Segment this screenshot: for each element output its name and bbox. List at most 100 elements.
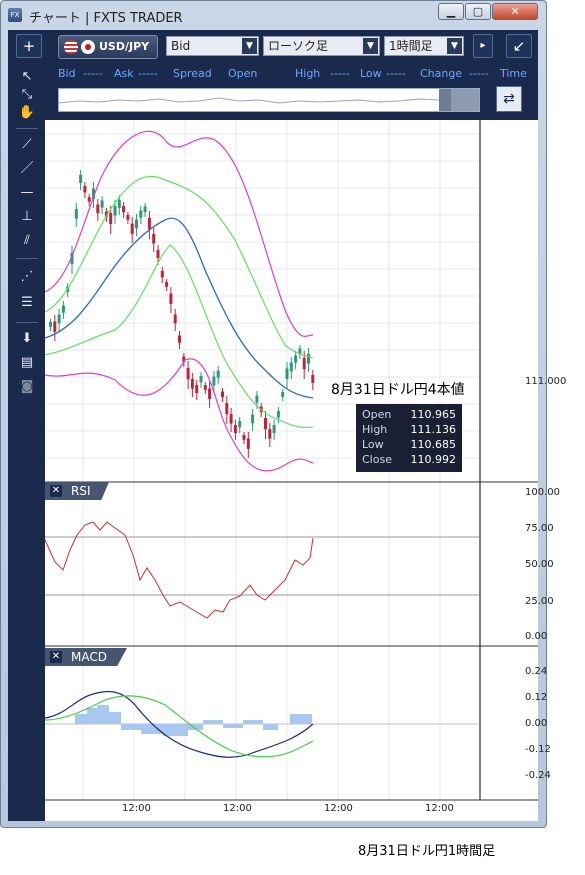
info-label-change: Change (420, 67, 463, 80)
candle-body (203, 385, 207, 390)
high-value: 111.136 (410, 423, 457, 436)
fibonacci-tool-icon[interactable]: ☰ (18, 294, 36, 312)
candle-body (208, 388, 212, 399)
tool-separator (16, 258, 38, 259)
line-tool-icon[interactable]: ／ (18, 160, 36, 178)
macd-label-text: MACD (71, 650, 107, 664)
rsi-label-text: RSI (71, 484, 91, 498)
chevron-down-icon: ▼ (242, 38, 257, 54)
trendline-tool-icon[interactable]: ⟋ (18, 136, 36, 154)
candle-body (272, 425, 276, 433)
close-value: 110.992 (410, 453, 457, 466)
rsi-tick: 25.00 (525, 596, 554, 607)
price-tick: 111.000 (525, 376, 567, 387)
info-label-spread: Spread (173, 67, 212, 80)
timeframe-value: 1時間足 (389, 39, 433, 53)
close-rsi-icon[interactable]: ✕ (50, 485, 62, 497)
rsi-tick: 75.00 (525, 523, 554, 534)
macd-tick: 0.24 (525, 666, 548, 677)
time-tick: 12:00 (223, 803, 252, 814)
price-type-select[interactable]: Bid ▼ (166, 36, 259, 56)
candle-body (135, 219, 138, 229)
candle-body (61, 305, 65, 313)
channel-tool-icon[interactable]: ⫽ (18, 232, 36, 250)
symbol-button[interactable]: USD/JPY (58, 35, 158, 59)
maximize-button[interactable]: ▢ (465, 3, 491, 20)
scroll-right-button[interactable]: ▸ (473, 34, 493, 58)
info-dash: ----- (83, 67, 103, 80)
candle-body (143, 206, 147, 213)
macd-histogram (75, 705, 312, 736)
add-chart-button[interactable]: + (16, 34, 42, 58)
chart-area[interactable]: ✕ RSI ✕ MACD 111.000 100.00 75.00 50.00 … (45, 120, 566, 821)
timeframe-select[interactable]: 1時間足 ▼ (384, 36, 464, 56)
candle-body (294, 355, 298, 363)
candle-body (225, 403, 229, 415)
candle-body (53, 321, 57, 332)
horizontal-line-icon[interactable]: — (18, 184, 36, 202)
candle-body (79, 175, 83, 183)
auto-scale-button[interactable]: ⇄ (496, 86, 522, 112)
hand-icon[interactable]: ✋ (18, 104, 36, 122)
candle-body (87, 197, 91, 202)
info-label-low: Low (360, 67, 382, 80)
macd-pane-label: ✕ MACD (45, 648, 127, 666)
fan-tool-icon[interactable]: ⋰ (18, 268, 36, 286)
macd-tick: 0.12 (525, 692, 548, 703)
candle-body (281, 392, 285, 397)
ohlc-annotation: 8月31日ドル円4本値 (331, 382, 465, 398)
candle-body (156, 250, 160, 258)
rsi-tick: 50.00 (525, 559, 554, 570)
candle-body (165, 282, 169, 287)
candle-body (212, 376, 216, 386)
candle-body (169, 293, 173, 304)
info-label-time: Time (500, 67, 527, 80)
tool-separator (16, 322, 38, 323)
candle-body (264, 418, 267, 430)
candle-body (96, 204, 100, 214)
jp-flag-icon (81, 40, 95, 54)
info-dash: ----- (386, 67, 406, 80)
candle-body (178, 335, 181, 343)
rsi-line (45, 521, 314, 619)
camera-icon[interactable]: ◙ (18, 378, 36, 396)
minimize-button[interactable]: ▁ (438, 3, 464, 20)
low-value: 110.685 (410, 438, 457, 451)
candle-body (74, 209, 78, 219)
close-macd-icon[interactable]: ✕ (50, 651, 62, 663)
overview-minimap[interactable] (58, 88, 480, 112)
info-label-open: Open (228, 67, 258, 80)
chart-type-select[interactable]: ローソク足 ▼ (263, 36, 380, 56)
candle-body (190, 379, 194, 389)
top-toolbar: + USD/JPY Bid ▼ ローソク足 ▼ 1時間足 ▼ ▸ ↙ (8, 30, 538, 62)
minimap-selection[interactable] (439, 89, 451, 111)
bb-lower-band (45, 358, 314, 472)
crosshair-icon[interactable]: ⤡ (18, 86, 36, 104)
info-label-high: High (295, 67, 321, 80)
download-icon[interactable]: ⬇ (18, 330, 36, 348)
candle-body (285, 368, 289, 379)
close-button[interactable]: ✕ (492, 3, 538, 20)
candle-body (130, 223, 134, 234)
title-bar[interactable]: FX チャート | FXTS TRADER ▁ ▢ ✕ (1, 1, 546, 29)
tool-separator (16, 128, 38, 129)
list-icon[interactable]: ▤ (18, 354, 36, 372)
price-info-row: Bid ----- Ask ----- Spread Open High ---… (45, 62, 538, 86)
minimap-handle[interactable] (451, 89, 479, 111)
candle-body (307, 354, 310, 364)
chart-caption: 8月31日ドル円1時間足 (358, 844, 496, 859)
candle-body (126, 215, 130, 220)
pointer-icon[interactable]: ↖ (18, 68, 36, 86)
candle-body (147, 218, 151, 230)
time-tick: 12:00 (425, 803, 454, 814)
chevron-down-icon: ▼ (363, 38, 378, 54)
time-tick: 12:00 (122, 803, 151, 814)
chart-canvas (45, 120, 538, 801)
candle-body (238, 421, 242, 428)
candle-body (122, 206, 126, 213)
candle-body (139, 210, 143, 218)
expand-button[interactable]: ↙ (506, 34, 532, 58)
candle-body (83, 186, 87, 193)
candle-body (160, 271, 164, 278)
vertical-line-icon[interactable]: ⊥ (18, 208, 36, 226)
